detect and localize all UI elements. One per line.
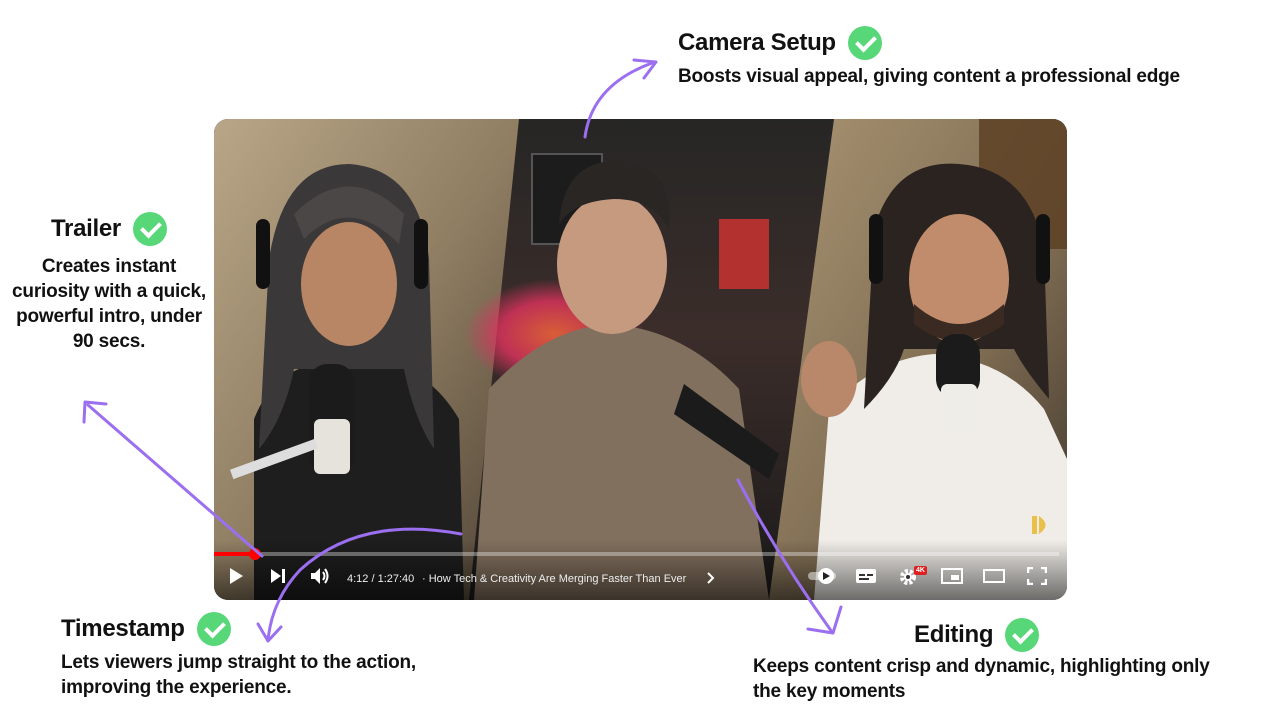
- trailer-text: Creates instant curiosity with a quick, …: [12, 256, 206, 352]
- next-icon[interactable]: [269, 568, 287, 584]
- subtitles-icon[interactable]: [855, 568, 877, 584]
- timestamp-title: Timestamp: [61, 615, 185, 642]
- progress-scrubber[interactable]: [248, 548, 261, 560]
- camera-setup-text: Boosts visual appeal, giving content a p…: [678, 66, 1180, 87]
- camera-setup-title: Camera Setup: [678, 29, 836, 56]
- play-icon[interactable]: [227, 567, 245, 585]
- autoplay-icon[interactable]: [807, 567, 843, 585]
- fullscreen-icon[interactable]: [1027, 567, 1047, 585]
- trailer-title: Trailer: [51, 215, 121, 242]
- editing-title: Editing: [914, 621, 994, 648]
- check-icon: [132, 212, 167, 246]
- chapter-title[interactable]: · How Tech & Creativity Are Merging Fast…: [422, 573, 686, 585]
- video-frame: [214, 119, 1067, 600]
- volume-icon[interactable]: [310, 567, 330, 585]
- trailer-annotation: Trailer Creates instant curiosity with a…: [8, 212, 210, 354]
- camera-setup-arrowhead: [632, 58, 658, 80]
- timestamp-text: Lets viewers jump straight to the action…: [61, 652, 416, 698]
- editing-text: Keeps content crisp and dynamic, highlig…: [753, 656, 1210, 702]
- editing-annotation: Editing Keeps content crisp and dynamic,…: [753, 618, 1223, 704]
- camera-setup-annotation: Camera Setup Boosts visual appeal, givin…: [678, 26, 1180, 89]
- check-icon: [196, 612, 231, 646]
- player-controls: 4:12 / 1:27:40 · How Tech & Creativity A…: [214, 540, 1067, 600]
- trailer-arrowhead: [82, 400, 108, 424]
- theater-mode-icon[interactable]: [983, 569, 1005, 583]
- miniplayer-icon[interactable]: [941, 568, 963, 584]
- check-icon: [1005, 618, 1040, 652]
- chevron-right-icon[interactable]: [707, 572, 715, 584]
- video-player[interactable]: 4:12 / 1:27:40 · How Tech & Creativity A…: [214, 119, 1067, 600]
- timestamp-annotation: Timestamp Lets viewers jump straight to …: [61, 612, 461, 700]
- check-icon: [847, 26, 882, 60]
- time-display: 4:12 / 1:27:40: [347, 573, 415, 585]
- quality-badge: 4K: [914, 566, 927, 575]
- progress-bar[interactable]: [214, 548, 1059, 560]
